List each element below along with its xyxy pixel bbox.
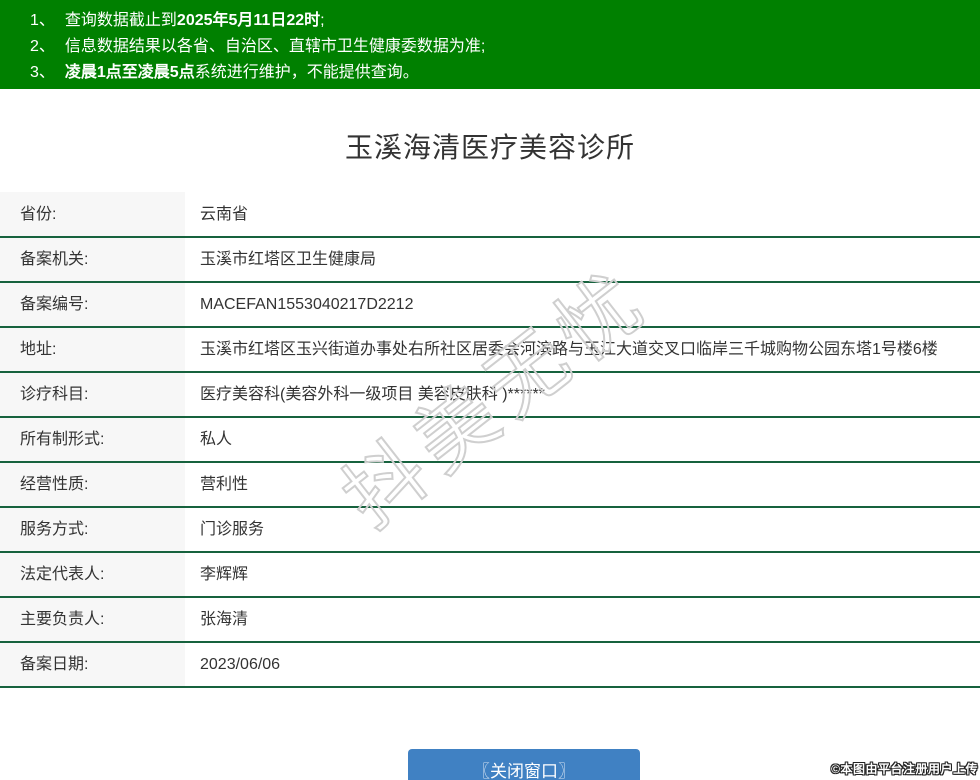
row-label: 诊疗科目:: [0, 372, 185, 418]
notice-item-number: 1、: [30, 12, 55, 29]
notice-item-bold: 2025年5月11日22时: [176, 12, 321, 29]
row-value: 张海清: [185, 597, 980, 643]
row-label: 服务方式:: [0, 507, 185, 553]
row-label: 备案机关:: [0, 237, 185, 283]
notice-item-number: 3、: [30, 64, 55, 81]
row-value: 营利性: [185, 462, 980, 508]
row-value: 医疗美容科(美容外科一级项目 美容皮肤科 )******: [185, 372, 980, 418]
image-credit: ©本图由平台注册用户上传: [831, 762, 978, 776]
row-value: 李辉辉: [185, 552, 980, 598]
row-value: MACEFAN1553040217D2212: [185, 282, 980, 328]
notice-item-text-post: 系统进行维护，不能提供查询。: [194, 64, 419, 81]
table-row-registration-authority: 备案机关: 玉溪市红塔区卫生健康局: [0, 237, 980, 283]
row-label: 经营性质:: [0, 462, 185, 508]
table-row-business-nature: 经营性质: 营利性: [0, 462, 980, 508]
table-row-registration-date: 备案日期: 2023/06/06: [0, 642, 980, 688]
row-label: 备案编号:: [0, 282, 185, 328]
table-row-legal-representative: 法定代表人: 李辉辉: [0, 552, 980, 598]
notice-item-text: 信息数据结果以各省、自治区、直辖市卫生健康委数据为准;: [64, 38, 486, 55]
row-value: 2023/06/06: [185, 642, 980, 688]
row-label: 备案日期:: [0, 642, 185, 688]
row-value: 私人: [185, 417, 980, 463]
row-label: 法定代表人:: [0, 552, 185, 598]
page-title: 玉溪海清医疗美容诊所: [344, 132, 635, 163]
notice-item-bold: 凌晨1点至凌晨5点: [64, 64, 195, 81]
notice-banner: 1、 查询数据截止到2025年5月11日22时; 2、 信息数据结果以各省、自治区、…: [0, 0, 980, 89]
table-row-treatment-subjects: 诊疗科目: 医疗美容科(美容外科一级项目 美容皮肤科 )******: [0, 372, 980, 418]
row-label: 主要负责人:: [0, 597, 185, 643]
notice-line-2: 2、 信息数据结果以各省、自治区、直辖市卫生健康委数据为准;: [30, 34, 980, 60]
row-value: 门诊服务: [185, 507, 980, 553]
notice-item-text: 查询数据截止到: [64, 12, 177, 29]
table-row-service-mode: 服务方式: 门诊服务: [0, 507, 980, 553]
table-row-address: 地址: 玉溪市红塔区玉兴街道办事处右所社区居委会河滨路与玉江大道交叉口临岸三千城…: [0, 327, 980, 373]
row-label: 省份:: [0, 192, 185, 238]
row-value: 云南省: [185, 192, 980, 238]
row-value: 玉溪市红塔区卫生健康局: [185, 237, 980, 283]
notice-item-number: 2、: [30, 38, 55, 55]
row-label: 地址:: [0, 327, 185, 373]
table-row-province: 省份: 云南省: [0, 192, 980, 238]
row-value: 玉溪市红塔区玉兴街道办事处右所社区居委会河滨路与玉江大道交叉口临岸三千城购物公园…: [185, 327, 980, 373]
notice-item-text-post: ;: [320, 12, 325, 29]
notice-line-1: 1、 查询数据截止到2025年5月11日22时;: [30, 8, 980, 34]
row-label: 所有制形式:: [0, 417, 185, 463]
table-row-ownership-form: 所有制形式: 私人: [0, 417, 980, 463]
table-row-registration-number: 备案编号: MACEFAN1553040217D2212: [0, 282, 980, 328]
close-window-button[interactable]: 〖关闭窗口〗: [408, 749, 640, 780]
info-table: 省份: 云南省 备案机关: 玉溪市红塔区卫生健康局 备案编号: MACEFAN1…: [0, 192, 980, 688]
notice-line-3: 3、 凌晨1点至凌晨5点系统进行维护，不能提供查询。: [30, 60, 980, 86]
page: 1、 查询数据截止到2025年5月11日22时; 2、 信息数据结果以各省、自治区、…: [0, 0, 980, 780]
table-row-principal-person: 主要负责人: 张海清: [0, 597, 980, 643]
